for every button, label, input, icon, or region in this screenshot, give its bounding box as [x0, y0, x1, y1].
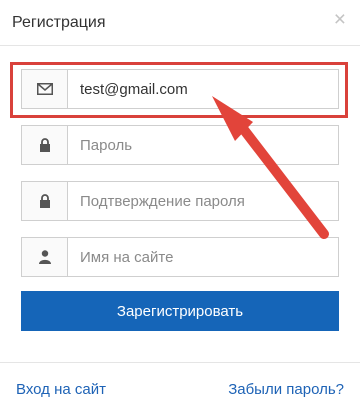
- password-input[interactable]: [68, 126, 338, 164]
- email-input[interactable]: [68, 70, 338, 108]
- username-input[interactable]: [68, 238, 338, 276]
- close-icon[interactable]: ×: [334, 9, 346, 30]
- username-field: [21, 237, 339, 277]
- dialog-title: Регистрация: [12, 14, 106, 31]
- lock-icon: [22, 182, 68, 220]
- confirm-password-field: [21, 181, 339, 221]
- lock-icon: [22, 126, 68, 164]
- password-field: [21, 125, 339, 165]
- dialog-header: Регистрация ×: [0, 0, 360, 46]
- email-field: [21, 69, 339, 109]
- confirm-password-input[interactable]: [68, 182, 338, 220]
- user-icon: [22, 238, 68, 276]
- footer-divider: [0, 362, 360, 363]
- forgot-password-link[interactable]: Забыли пароль?: [228, 381, 344, 398]
- envelope-icon: [22, 70, 68, 108]
- login-link[interactable]: Вход на сайт: [16, 381, 106, 398]
- register-button[interactable]: Зарегистрировать: [21, 291, 339, 331]
